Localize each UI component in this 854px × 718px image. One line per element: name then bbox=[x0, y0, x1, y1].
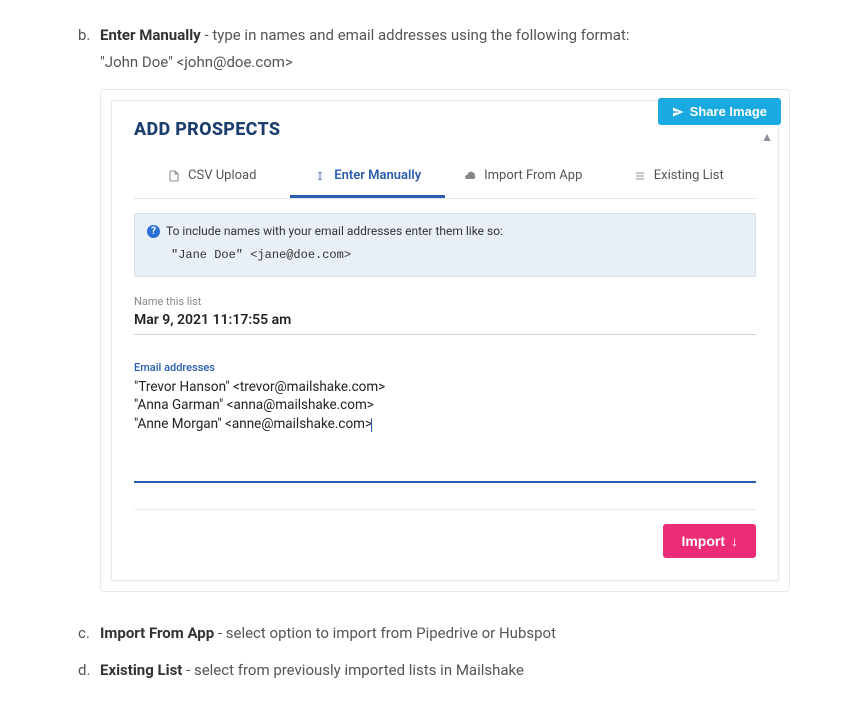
doc-item-c: c. Import From App - select option to im… bbox=[78, 622, 820, 645]
arrow-down-icon: ↓ bbox=[731, 533, 738, 549]
tab-existing-list[interactable]: Existing List bbox=[601, 158, 757, 198]
footer-row: Import ↓ bbox=[134, 509, 756, 558]
info-example: "Jane Doe" <jane@doe.com> bbox=[171, 248, 743, 262]
cloud-icon bbox=[463, 169, 477, 183]
tab-import-from-app[interactable]: Import From App bbox=[445, 158, 601, 198]
tab-csv-upload[interactable]: CSV Upload bbox=[134, 158, 290, 198]
text-cursor-icon bbox=[313, 169, 327, 183]
collapse-icon[interactable]: ▲ bbox=[761, 130, 773, 144]
item-title: Enter Manually bbox=[100, 26, 201, 44]
share-image-button[interactable]: Share Image bbox=[658, 98, 781, 125]
text-cursor bbox=[371, 418, 372, 432]
item-desc: - select from previously imported lists … bbox=[182, 661, 524, 679]
add-prospects-panel: ADD PROSPECTS CSV Upload Enter Manually bbox=[111, 100, 779, 581]
list-name-label: Name this list bbox=[134, 295, 756, 308]
share-label: Share Image bbox=[690, 104, 767, 119]
item-desc: - select option to import from Pipedrive… bbox=[214, 624, 556, 642]
paper-plane-icon bbox=[672, 106, 684, 118]
import-button[interactable]: Import ↓ bbox=[663, 524, 756, 558]
list-marker: d. bbox=[78, 659, 100, 682]
screenshot-card: Share Image ▲ ADD PROSPECTS CSV Upload E… bbox=[100, 89, 790, 592]
email-value: "Trevor Hanson" <trevor@mailshake.com> "… bbox=[134, 379, 385, 431]
list-marker: b. bbox=[78, 24, 100, 47]
list-name-input[interactable]: Mar 9, 2021 11:17:55 am bbox=[134, 308, 756, 335]
email-addresses-label: Email addresses bbox=[134, 361, 756, 374]
doc-item-d: d. Existing List - select from previousl… bbox=[78, 659, 820, 682]
tab-label: Import From App bbox=[484, 168, 582, 183]
file-icon bbox=[167, 169, 181, 183]
doc-item-b: b. Enter Manually - type in names and em… bbox=[78, 24, 820, 47]
item-title: Import From App bbox=[100, 624, 214, 642]
tab-enter-manually[interactable]: Enter Manually bbox=[290, 158, 446, 198]
info-text: To include names with your email address… bbox=[166, 224, 503, 238]
list-icon bbox=[633, 169, 647, 183]
info-icon: ? bbox=[147, 225, 160, 238]
list-marker: c. bbox=[78, 622, 100, 645]
format-example: "John Doe" <john@doe.com> bbox=[100, 53, 820, 71]
item-title: Existing List bbox=[100, 661, 182, 679]
import-label: Import bbox=[681, 533, 725, 549]
tab-row: CSV Upload Enter Manually Import From Ap… bbox=[134, 158, 756, 199]
email-addresses-input[interactable]: "Trevor Hanson" <trevor@mailshake.com> "… bbox=[134, 374, 756, 483]
item-desc: - type in names and email addresses usin… bbox=[201, 26, 630, 44]
info-banner: ? To include names with your email addre… bbox=[134, 213, 756, 277]
tab-label: Existing List bbox=[654, 168, 724, 183]
tab-label: CSV Upload bbox=[188, 168, 256, 183]
tab-label: Enter Manually bbox=[334, 168, 421, 183]
